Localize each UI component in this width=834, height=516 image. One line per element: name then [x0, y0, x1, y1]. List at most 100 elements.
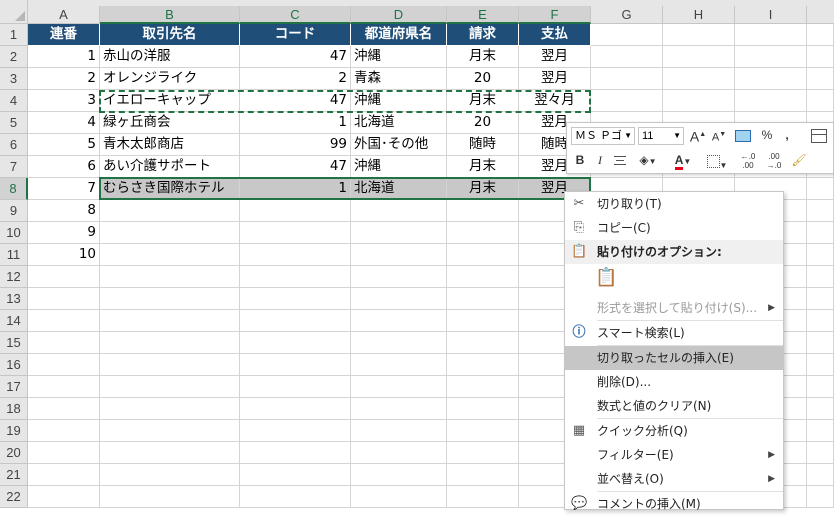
row-header-10[interactable]: 10 — [0, 222, 28, 244]
cell[interactable] — [807, 332, 834, 354]
table-cell[interactable]: 2 — [28, 68, 100, 90]
table-cell[interactable]: 翌々月 — [519, 90, 591, 112]
table-cell[interactable]: 4 — [28, 112, 100, 134]
cell[interactable] — [240, 486, 351, 508]
cell[interactable] — [351, 464, 447, 486]
cell[interactable] — [447, 376, 519, 398]
cell[interactable] — [240, 332, 351, 354]
table-cell[interactable]: オレンジライク — [100, 68, 240, 90]
cell[interactable] — [28, 398, 100, 420]
table-cell[interactable]: 沖縄 — [351, 90, 447, 112]
cell[interactable] — [807, 24, 834, 46]
table-header-cell[interactable]: 請求 — [447, 24, 519, 46]
table-cell[interactable]: 20 — [447, 112, 519, 134]
cell[interactable] — [807, 376, 834, 398]
cell[interactable] — [591, 68, 663, 90]
row-header-3[interactable]: 3 — [0, 68, 28, 90]
cell[interactable] — [735, 90, 807, 112]
font-color-button[interactable]: A▼ — [669, 151, 697, 171]
cell[interactable] — [351, 266, 447, 288]
cell[interactable] — [100, 354, 240, 376]
table-header-cell[interactable]: 支払 — [519, 24, 591, 46]
table-cell[interactable]: あい介護サポート — [100, 156, 240, 178]
column-header-i[interactable]: I — [735, 6, 807, 24]
table-cell[interactable]: 北海道 — [351, 112, 447, 134]
cell[interactable] — [807, 222, 834, 244]
cell[interactable] — [240, 310, 351, 332]
cell[interactable] — [447, 464, 519, 486]
cell[interactable] — [28, 332, 100, 354]
table-cell[interactable]: 翌月 — [519, 46, 591, 68]
cell[interactable] — [663, 46, 735, 68]
row-header-22[interactable]: 22 — [0, 486, 28, 508]
table-cell[interactable] — [100, 200, 240, 222]
row-header-12[interactable]: 12 — [0, 266, 28, 288]
table-cell[interactable]: 随時 — [447, 134, 519, 156]
decrease-decimal-button[interactable]: .00 →.0 — [763, 152, 785, 172]
table-cell[interactable]: イエローキャップ — [100, 90, 240, 112]
cell[interactable] — [663, 68, 735, 90]
cell[interactable] — [807, 288, 834, 310]
shrink-font-button[interactable]: A▼ — [710, 126, 728, 146]
cell[interactable] — [807, 178, 834, 200]
column-header-b[interactable]: B — [100, 6, 240, 24]
row-header-7[interactable]: 7 — [0, 156, 28, 178]
table-cell[interactable]: 1 — [240, 112, 351, 134]
percent-style-button[interactable]: % — [759, 126, 775, 146]
grow-font-button[interactable]: A▲ — [689, 126, 707, 146]
row-header-5[interactable]: 5 — [0, 112, 28, 134]
select-all-corner[interactable] — [0, 0, 28, 24]
table-cell[interactable] — [240, 200, 351, 222]
column-header-e[interactable]: E — [447, 6, 519, 24]
cell[interactable] — [807, 486, 834, 508]
cell[interactable] — [351, 354, 447, 376]
cell[interactable] — [351, 310, 447, 332]
table-cell[interactable]: 9 — [28, 222, 100, 244]
brush-button[interactable]: 🖌 — [789, 151, 809, 171]
cell[interactable] — [28, 376, 100, 398]
cell[interactable] — [807, 200, 834, 222]
cell[interactable] — [240, 266, 351, 288]
table-cell[interactable]: 月末 — [447, 90, 519, 112]
cell[interactable] — [28, 420, 100, 442]
menu-item-sort[interactable]: 並べ替え(O) ▶ — [565, 467, 783, 491]
cell[interactable] — [28, 486, 100, 508]
column-header-g[interactable]: G — [591, 6, 663, 24]
cell[interactable] — [591, 24, 663, 46]
column-header-d[interactable]: D — [351, 6, 447, 24]
cell[interactable] — [100, 266, 240, 288]
format-painter-button[interactable] — [809, 126, 829, 146]
table-cell[interactable]: 7 — [28, 178, 100, 200]
table-cell[interactable]: 99 — [240, 134, 351, 156]
font-size-box[interactable]: 11 ▼ — [638, 127, 684, 145]
borders-button[interactable]: ▼ — [703, 151, 731, 171]
table-cell[interactable]: 1 — [28, 46, 100, 68]
cell[interactable] — [240, 354, 351, 376]
row-header-11[interactable]: 11 — [0, 244, 28, 266]
table-header-cell[interactable]: 都道府県名 — [351, 24, 447, 46]
table-cell[interactable]: 47 — [240, 90, 351, 112]
table-header-cell[interactable]: コード — [240, 24, 351, 46]
table-cell[interactable]: 3 — [28, 90, 100, 112]
table-cell[interactable]: 緑ヶ丘商会 — [100, 112, 240, 134]
menu-item-delete[interactable]: 削除(D)... — [565, 370, 783, 394]
accounting-format-button[interactable] — [731, 126, 755, 146]
cell[interactable] — [807, 244, 834, 266]
cell[interactable] — [591, 46, 663, 68]
table-cell[interactable]: 青木太郎商店 — [100, 134, 240, 156]
cell[interactable] — [663, 90, 735, 112]
cell[interactable] — [100, 376, 240, 398]
menu-item-insert-comment[interactable]: 💬 コメントの挿入(M) — [565, 492, 783, 516]
comma-style-button[interactable]: , — [779, 126, 795, 146]
cell[interactable] — [351, 398, 447, 420]
cell[interactable] — [807, 90, 834, 112]
cell[interactable] — [28, 288, 100, 310]
cell[interactable] — [807, 420, 834, 442]
cell[interactable] — [351, 486, 447, 508]
cell[interactable] — [807, 464, 834, 486]
row-header-13[interactable]: 13 — [0, 288, 28, 310]
cell[interactable] — [807, 68, 834, 90]
cell[interactable] — [807, 310, 834, 332]
table-cell[interactable] — [351, 222, 447, 244]
table-cell[interactable]: 翌月 — [519, 68, 591, 90]
